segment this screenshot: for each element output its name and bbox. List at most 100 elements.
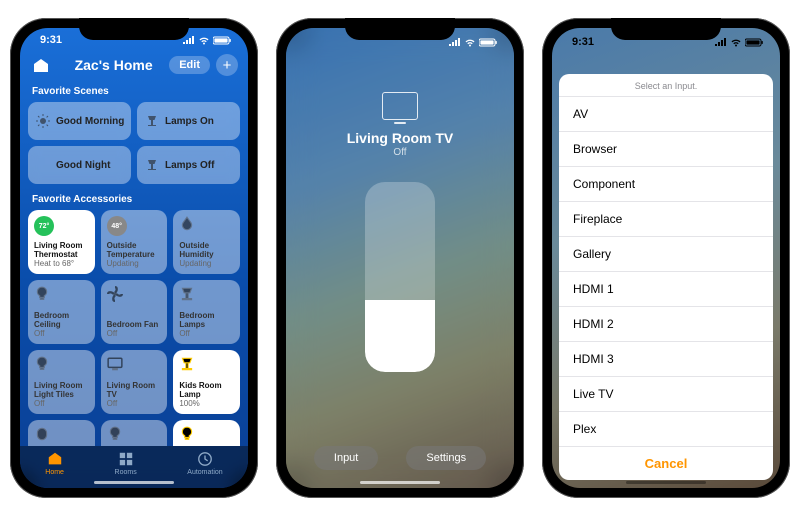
temperature-badge: 48° (107, 216, 127, 236)
humidity-icon (179, 216, 195, 232)
scene-label: Good Morning (56, 116, 124, 127)
tab-label: Rooms (115, 469, 137, 476)
scene-label: Good Night (56, 160, 110, 171)
home-indicator[interactable] (360, 481, 440, 484)
accessory-name: Living Room TV (347, 130, 454, 146)
lamp-icon (179, 356, 195, 372)
add-button[interactable]: + (216, 54, 238, 76)
accessory-name: Living Room Light Tiles (34, 381, 89, 399)
accessories-grid: 72°Living Room ThermostatHeat to 68°48°O… (20, 210, 248, 446)
back-home-button[interactable] (30, 54, 52, 76)
tv-icon (382, 92, 418, 120)
accessory-tile[interactable]: Kids Room Nightlight41% (173, 420, 240, 446)
accessory-tile[interactable]: Bedroom CeilingOff (28, 280, 95, 344)
phone-input-picker: 9:31 Select an Input. AVBrowserComponent… (542, 18, 790, 498)
scene-tile[interactable]: Good Morning (28, 102, 131, 140)
accessory-name: Kids Room Lamp (179, 381, 234, 399)
status-icons (183, 36, 232, 45)
edit-button[interactable]: Edit (169, 56, 210, 74)
notch (611, 18, 721, 40)
scene-tile[interactable]: Good Night (28, 146, 131, 184)
accessory-name: Living Room Thermostat (34, 241, 89, 259)
battery-icon (479, 38, 498, 47)
scene-tile[interactable]: Lamps On (137, 102, 240, 140)
sheet-title: Select an Input. (559, 74, 773, 97)
home-indicator[interactable] (94, 481, 174, 484)
accessory-name: Bedroom Lamps (179, 311, 234, 329)
lamp-icon (179, 286, 195, 302)
input-option[interactable]: Live TV (559, 377, 773, 412)
accessory-tile[interactable]: Bedroom LampsOff (173, 280, 240, 344)
status-icons (449, 38, 498, 47)
home-tab-icon (46, 451, 64, 467)
battery-icon (213, 36, 232, 45)
input-button[interactable]: Input (314, 446, 378, 470)
nav-bar: Zac's Home Edit + (20, 52, 248, 82)
accessory-name: Outside Humidity (179, 241, 234, 259)
wifi-icon (198, 36, 210, 45)
wifi-icon (464, 38, 476, 47)
sun-icon (36, 114, 50, 128)
accessory-state: Off (107, 399, 162, 408)
input-option[interactable]: Browser (559, 132, 773, 167)
phone-accessory-control: Living Room TV Off Input Settings (276, 18, 524, 498)
accessory-tile[interactable]: Living Room Light TilesOff (28, 350, 95, 414)
accessory-state: Off (393, 147, 406, 158)
accessory-tile[interactable]: 48°Outside TemperatureUpdating (101, 210, 168, 274)
tab-label: Home (45, 469, 64, 476)
lamp-icon (145, 158, 159, 172)
accessory-state: Updating (107, 259, 162, 268)
input-option[interactable]: Component (559, 167, 773, 202)
cancel-button[interactable]: Cancel (559, 446, 773, 480)
bulb-icon (34, 286, 50, 302)
input-option[interactable]: HDMI 1 (559, 272, 773, 307)
accessory-tile[interactable]: Bedroom HomePodPaused (28, 420, 95, 446)
tab-home[interactable]: Home (45, 451, 64, 476)
accessories-header: Favorite Accessories (20, 190, 248, 210)
scene-row-2: Good Night Lamps Off (20, 146, 248, 190)
accessory-tile[interactable]: Kids Room CeilingOff (101, 420, 168, 446)
phone-home-app: 9:31 Zac's Home Edit + Favorite Scenes G… (10, 18, 258, 498)
auto-tab-icon (196, 451, 214, 467)
input-option[interactable]: HDMI 3 (559, 342, 773, 377)
brightness-slider[interactable] (365, 182, 435, 372)
moon-icon (36, 158, 50, 172)
signal-icon (183, 36, 195, 44)
home-indicator[interactable] (626, 481, 706, 484)
accessory-state: Off (34, 329, 89, 338)
signal-icon (449, 38, 461, 46)
accessory-name: Living Room TV (107, 381, 162, 399)
tab-automation[interactable]: Automation (187, 451, 222, 476)
scene-row-1: Good Morning Lamps On (20, 102, 248, 146)
input-option[interactable]: AV (559, 97, 773, 132)
slider-thumb[interactable] (365, 300, 435, 372)
scene-label: Lamps On (165, 116, 214, 127)
tab-rooms[interactable]: Rooms (115, 451, 137, 476)
accessory-tile[interactable]: 72°Living Room ThermostatHeat to 68° (28, 210, 95, 274)
lamp-icon (145, 114, 159, 128)
accessory-tile[interactable]: Outside HumidityUpdating (173, 210, 240, 274)
input-option[interactable]: Gallery (559, 237, 773, 272)
accessory-tile[interactable]: Bedroom FanOff (101, 280, 168, 344)
accessory-state: 100% (179, 399, 234, 408)
signal-icon (715, 38, 727, 46)
accessory-name: Bedroom Ceiling (34, 311, 89, 329)
input-option[interactable]: Plex (559, 412, 773, 446)
accessory-state: Off (107, 329, 162, 338)
input-list[interactable]: AVBrowserComponentFireplaceGalleryHDMI 1… (559, 97, 773, 446)
battery-icon (745, 38, 764, 47)
accessory-state: Updating (179, 259, 234, 268)
scene-label: Lamps Off (165, 160, 214, 171)
input-option[interactable]: HDMI 2 (559, 307, 773, 342)
scene-tile[interactable]: Lamps Off (137, 146, 240, 184)
input-option[interactable]: Fireplace (559, 202, 773, 237)
tv-icon (107, 356, 123, 372)
accessory-tile[interactable]: Living Room TVOff (101, 350, 168, 414)
accessory-tile[interactable]: Kids Room Lamp100% (173, 350, 240, 414)
settings-button[interactable]: Settings (406, 446, 486, 470)
action-sheet: Select an Input. AVBrowserComponentFirep… (559, 74, 773, 480)
clock: 9:31 (572, 36, 594, 48)
accessory-state: Off (34, 399, 89, 408)
wifi-icon (730, 38, 742, 47)
rooms-tab-icon (117, 451, 135, 467)
